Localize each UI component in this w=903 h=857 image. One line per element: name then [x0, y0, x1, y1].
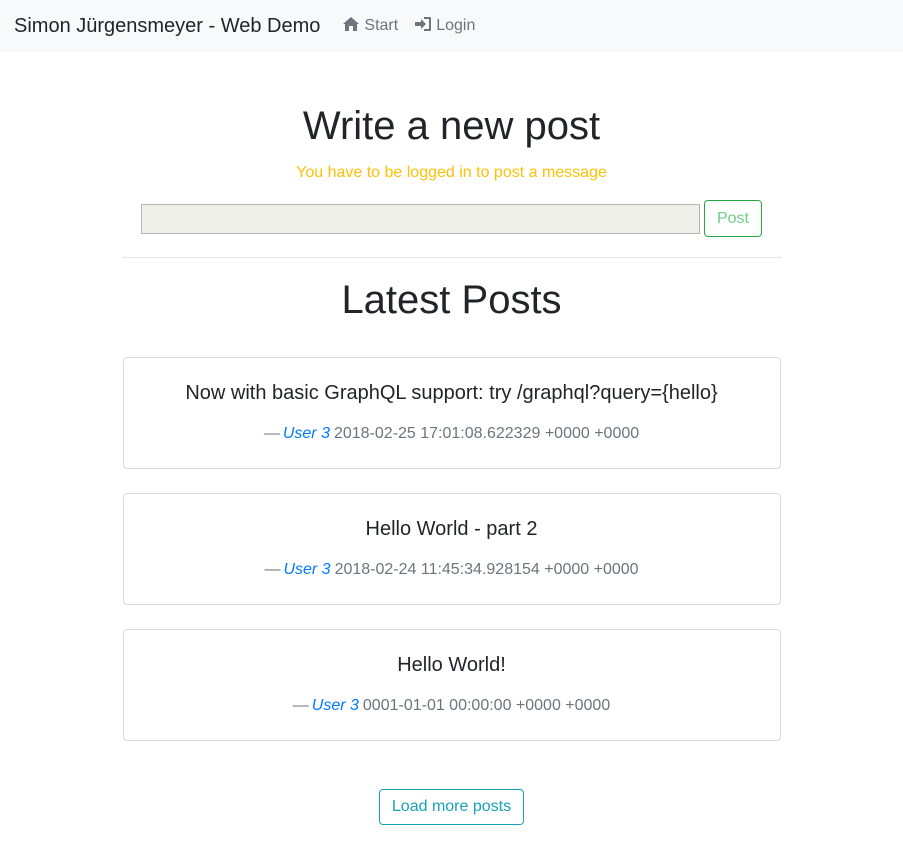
post-dash: — — [264, 561, 281, 578]
posts-list: Now with basic GraphQL support: try /gra… — [122, 357, 782, 741]
post-dash: — — [263, 425, 280, 442]
post-timestamp: 2018-02-24 11:45:34.928154 +0000 +0000 — [334, 561, 639, 578]
brand[interactable]: Simon Jürgensmeyer - Web Demo — [14, 15, 320, 38]
post-dash: — — [292, 697, 309, 714]
post-text: Hello World - part 2 — [365, 518, 538, 540]
post-timestamp: 2018-02-25 17:01:08.622329 +0000 +0000 — [333, 425, 640, 442]
home-icon — [342, 16, 360, 37]
divider — [121, 257, 782, 258]
navbar: Simon Jürgensmeyer - Web Demo Start Logi… — [0, 0, 903, 52]
nav-start-label: Start — [364, 17, 399, 34]
page-title: Write a new post — [302, 104, 601, 148]
post-meta: — User 3 2018-02-25 17:01:08.622329 +0000 … — [124, 425, 780, 443]
post-text: Hello World! — [397, 654, 506, 676]
post-card: Now with basic GraphQL support: try /gra… — [122, 357, 781, 469]
nav-login-label: Login — [436, 17, 476, 34]
post-button[interactable]: Post — [704, 200, 762, 237]
load-more-button[interactable]: Load more posts — [378, 789, 525, 825]
main-content: Write a new post You have to be logged i… — [121, 104, 782, 825]
post-input[interactable] — [141, 203, 700, 234]
post-meta: — User 3 2018-02-24 11:45:34.928154 +0000 … — [124, 561, 780, 579]
post-author-link[interactable]: User 3 — [283, 425, 330, 442]
post-author-link[interactable]: User 3 — [283, 561, 330, 578]
latest-posts-title: Latest Posts — [341, 278, 562, 322]
sign-in-icon — [414, 16, 432, 37]
post-author-link[interactable]: User 3 — [312, 697, 359, 714]
nav-login-link[interactable]: Login — [414, 16, 475, 37]
post-card: Hello World - part 2 — User 3 2018-02-24 1… — [122, 493, 781, 605]
post-meta: — User 3 0001-01-01 00:00:00 +0000 +0000 — [124, 697, 780, 715]
post-form: Post — [122, 200, 782, 237]
nav-start-link[interactable]: Start — [342, 16, 398, 37]
post-text: Now with basic GraphQL support: try /gra… — [185, 382, 718, 404]
post-timestamp: 0001-01-01 00:00:00 +0000 +0000 — [362, 697, 611, 714]
login-warning: You have to be logged in to post a messa… — [296, 164, 607, 181]
post-card: Hello World! — User 3 0001-01-01 00:00:00 … — [122, 629, 781, 741]
